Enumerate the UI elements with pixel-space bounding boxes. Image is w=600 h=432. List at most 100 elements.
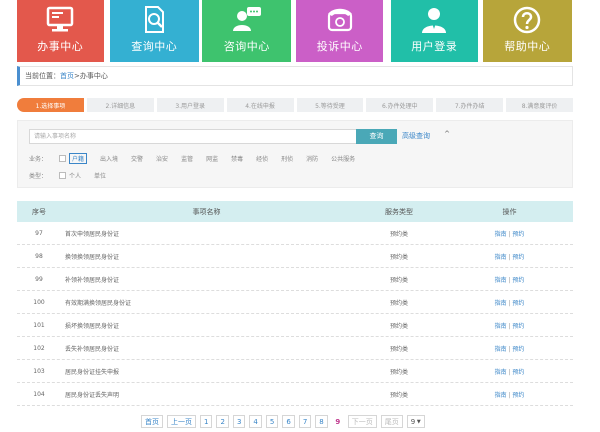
cell-no: 97 [35, 229, 43, 237]
cell-type: 预约类 [389, 322, 408, 330]
cell-type: 预约类 [389, 345, 408, 353]
nav-tile-query[interactable]: 查询中心 [109, 0, 199, 62]
step-processing: 6.办件处理中 [366, 98, 434, 112]
page-number-button[interactable]: 3 [232, 415, 246, 428]
page-number-button[interactable]: 2 [216, 415, 229, 428]
category-option[interactable]: 网监 [206, 154, 218, 163]
step-wait: 5.等待受理 [296, 98, 364, 112]
first-page-button[interactable]: 首页 [141, 415, 163, 428]
book-link[interactable]: 预约 [512, 254, 524, 261]
telephone-icon [327, 8, 352, 32]
nav-tile-consult[interactable]: 咨询中心 [202, 0, 292, 62]
table-row: 97 首次申领居民身份证 预约类 指南 | 预约 [17, 222, 573, 245]
table-row: 102 丢失补领居民身份证 预约类 指南 | 预约 [17, 337, 573, 360]
category-option[interactable]: 出入境 [100, 154, 118, 163]
chat-user-icon [232, 7, 261, 31]
cell-no: 98 [35, 252, 43, 260]
page-numbers: 123456789 [200, 415, 344, 428]
type-option[interactable]: 个人 [69, 171, 81, 180]
page-number-button[interactable]: 7 [298, 415, 312, 428]
cell-type: 预约类 [389, 276, 408, 284]
top-nav: 办事中心 查询中心 咨询中心 投诉中心 用户登录 帮助中心 [17, 0, 572, 62]
advanced-search-link[interactable]: 高级查询 [402, 131, 430, 141]
nav-tile-complaint[interactable]: 投诉中心 [296, 0, 383, 62]
table-row: 101 损坏换领居民身份证 预约类 指南 | 预约 [17, 314, 573, 337]
category-option[interactable]: 刑侦 [281, 154, 293, 163]
book-link[interactable]: 预约 [512, 277, 524, 284]
book-link[interactable]: 预约 [512, 346, 524, 353]
guide-link[interactable]: 指南 [495, 231, 507, 238]
category-all-checkbox[interactable] [59, 155, 66, 162]
cell-type: 预约类 [389, 230, 408, 238]
page-number-button[interactable]: 5 [265, 415, 279, 428]
category-option[interactable]: 户籍 [69, 153, 88, 164]
search-input[interactable]: 请输入事项名称 [29, 129, 364, 144]
breadcrumb-home-link[interactable]: 首页 [60, 71, 74, 81]
book-link[interactable]: 预约 [512, 300, 524, 307]
guide-link[interactable]: 指南 [495, 392, 507, 399]
cell-actions: 指南 | 预约 [446, 298, 573, 307]
guide-link[interactable]: 指南 [495, 346, 507, 353]
category-option[interactable]: 监管 [181, 154, 193, 163]
document-search-icon [145, 6, 165, 33]
pagination: 首页 上一页 123456789 下一页 尾页 9 ▼ [141, 415, 425, 428]
page-number-button[interactable]: 6 [282, 415, 295, 428]
prev-page-button[interactable]: 上一页 [167, 415, 196, 428]
book-link[interactable]: 预约 [512, 231, 524, 238]
cell-actions: 指南 | 预约 [446, 321, 573, 330]
type-option[interactable]: 单位 [94, 171, 106, 180]
next-page-button[interactable]: 下一页 [347, 415, 377, 428]
nav-tile-label: 咨询中心 [223, 40, 270, 53]
nav-tile-office[interactable]: 办事中心 [17, 0, 104, 62]
page-number-button[interactable]: 8 [315, 415, 328, 428]
header-no: 序号 [32, 207, 46, 216]
cell-no: 99 [35, 275, 43, 283]
cell-type: 预约类 [389, 368, 408, 376]
category-option[interactable]: 消防 [306, 154, 318, 163]
guide-link[interactable]: 指南 [495, 300, 507, 307]
book-link[interactable]: 预约 [512, 369, 524, 376]
category-option[interactable]: 公共服务 [331, 154, 355, 163]
guide-link[interactable]: 指南 [495, 369, 507, 376]
guide-link[interactable]: 指南 [495, 277, 507, 284]
page-number-button[interactable]: 4 [249, 415, 262, 428]
cell-no: 101 [33, 321, 45, 329]
table-body: 97 首次申领居民身份证 预约类 指南 | 预约 98 换领换领居民身份证 预约类 指南 | … [17, 222, 573, 406]
page-select-value: 9 [410, 417, 416, 426]
user-icon [422, 8, 447, 33]
type-all-checkbox[interactable] [59, 172, 66, 179]
breadcrumb: 当前位置： 首页 > 办事中心 [17, 66, 573, 86]
guide-link[interactable]: 指南 [495, 323, 507, 330]
question-icon [514, 6, 541, 34]
nav-tile-label: 办事中心 [37, 40, 84, 53]
items-table: 序号 事项名称 服务类型 操作 97 首次申领居民身份证 预约类 指南 | 预约 98 换… [17, 201, 573, 406]
guide-link[interactable]: 指南 [495, 254, 507, 261]
page-number-button[interactable]: 9 [331, 415, 344, 428]
header-action: 操作 [502, 207, 517, 216]
cell-name: 丢失补领居民身份证 [65, 345, 120, 353]
category-option[interactable]: 禁毒 [231, 154, 243, 163]
cell-actions: 指南 | 预约 [446, 390, 573, 399]
last-page-button[interactable]: 尾页 [380, 415, 403, 428]
category-option[interactable]: 治安 [156, 154, 168, 163]
nav-tile-help[interactable]: 帮助中心 [482, 0, 572, 62]
category-filter-label: 业务： [29, 156, 48, 163]
header-name: 事项名称 [192, 207, 221, 216]
breadcrumb-prefix: 当前位置： [25, 72, 60, 80]
table-row: 99 补领补领居民身份证 预约类 指南 | 预约 [17, 268, 573, 291]
page-select[interactable]: 9 ▼ [406, 415, 425, 428]
nav-tile-login[interactable]: 用户登录 [391, 0, 478, 62]
nav-tile-label: 投诉中心 [316, 40, 363, 53]
cell-name: 有效期满换领居民身份证 [65, 299, 132, 307]
cell-no: 100 [33, 298, 45, 306]
page-number-button[interactable]: 1 [200, 415, 213, 428]
collapse-caret-icon[interactable]: ^ [442, 130, 452, 142]
book-link[interactable]: 预约 [512, 323, 524, 330]
search-button[interactable]: 查询 [356, 129, 397, 144]
cell-type: 预约类 [389, 299, 408, 307]
category-option[interactable]: 经侦 [256, 154, 268, 163]
table-row: 103 居民身份证挂失申报 预约类 指南 | 预约 [17, 360, 573, 383]
cell-actions: 指南 | 预约 [446, 275, 573, 284]
category-option[interactable]: 交警 [131, 154, 143, 163]
book-link[interactable]: 预约 [512, 392, 524, 399]
